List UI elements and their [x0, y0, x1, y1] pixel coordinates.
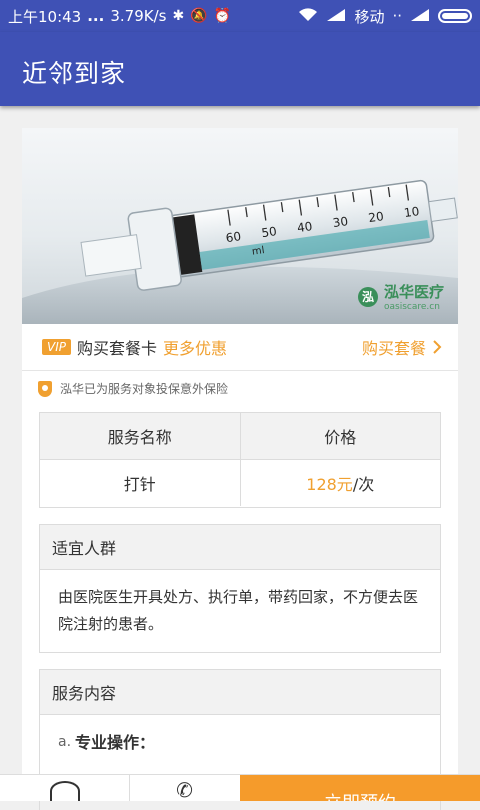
signal-icon: [326, 8, 346, 25]
phone-icon: ✆: [176, 778, 193, 801]
buy-package-link[interactable]: 购买套餐: [362, 335, 442, 359]
wifi-icon: [298, 7, 318, 25]
section-title: 适宜人群: [40, 525, 440, 570]
chevron-right-icon: [433, 340, 442, 354]
list-item-index: a.: [58, 734, 72, 750]
book-now-button[interactable]: 立即预约: [240, 775, 480, 801]
suitable-group-section: 适宜人群 由医院医生开具处方、执行单，带药回家，不方便去医院注射的患者。: [39, 524, 441, 653]
service-detail-card: 10 20 30 40 50 60 ml 泓 泓华医疗 oasiscare.cn…: [22, 128, 458, 810]
section-title: 服务内容: [40, 670, 440, 715]
price-cell: 128元/次: [239, 460, 441, 506]
service-content-body: a. 专业操作：: [40, 715, 440, 768]
syringe-mark-40: 40: [296, 219, 313, 235]
vip-promo-row[interactable]: VIP 购买套餐卡 更多优惠 购买套餐: [22, 324, 458, 371]
bottom-action-bar: ✆ 立即预约: [0, 774, 480, 801]
mute-icon: 🔕: [190, 8, 208, 24]
brand-name: 泓华医疗: [383, 283, 444, 301]
status-bar: 上午10:43 ... 3.79K/s ✱ 🔕 ⏰ 移动 ··: [0, 0, 480, 32]
app-bar: 近邻到家: [0, 32, 480, 106]
syringe-mark-60: 60: [225, 229, 242, 245]
syringe-mark-50: 50: [261, 224, 278, 240]
network-speed: 3.79K/s: [110, 7, 167, 25]
price-unit: /次: [352, 475, 375, 494]
phone-call-button[interactable]: ✆: [130, 775, 239, 801]
syringe-mark-30: 30: [332, 214, 349, 230]
syringe-mark-20: 20: [368, 209, 385, 225]
chat-icon: [49, 781, 80, 801]
list-item: a. 专业操作：: [58, 729, 422, 756]
hero-image: 10 20 30 40 50 60 ml 泓 泓华医疗 oasiscare.cn: [22, 128, 458, 324]
table-header-row: 服务名称 价格: [40, 413, 440, 460]
syringe-unit: ml: [251, 245, 265, 258]
list-item-label: 专业操作：: [75, 733, 156, 752]
status-time: 上午10:43: [8, 7, 82, 26]
insurance-note-text: 泓华已为服务对象投保意外保险: [60, 382, 229, 396]
brand-logo: 泓: [357, 286, 378, 307]
brand-watermark: 泓 泓华医疗 oasiscare.cn: [357, 281, 444, 312]
table-header-service: 服务名称: [107, 428, 172, 447]
bluetooth-icon: ✱: [172, 8, 185, 24]
service-name-cell: 打针: [123, 475, 156, 494]
vip-more-discounts: 更多优惠: [163, 339, 228, 358]
customer-service-button[interactable]: [0, 775, 130, 801]
vip-promo-text: 购买套餐卡: [76, 339, 157, 358]
carrier-suffix: ··: [392, 7, 402, 25]
shield-icon: [38, 380, 52, 397]
status-dots: ...: [87, 7, 105, 25]
price-value: 128元: [306, 475, 353, 494]
vip-badge: VIP: [42, 339, 71, 355]
table-row: 打针 128元/次: [40, 460, 440, 506]
insurance-note: 泓华已为服务对象投保意外保险: [38, 380, 228, 397]
brand-domain: oasiscare.cn: [383, 302, 440, 312]
carrier-name: 移动: [354, 7, 385, 26]
suitable-group-body: 由医院医生开具处方、执行单，带药回家，不方便去医院注射的患者。: [58, 588, 419, 633]
alarm-icon: ⏰: [213, 8, 232, 24]
signal-icon: [410, 8, 430, 25]
service-price-table: 服务名称 价格 打针 128元/次: [39, 412, 441, 508]
page-title: 近邻到家: [22, 59, 127, 88]
syringe-mark-10: 10: [403, 204, 420, 220]
buy-package-label: 购买套餐: [361, 339, 426, 358]
battery-icon: [438, 9, 472, 23]
table-header-price: 价格: [239, 413, 441, 459]
